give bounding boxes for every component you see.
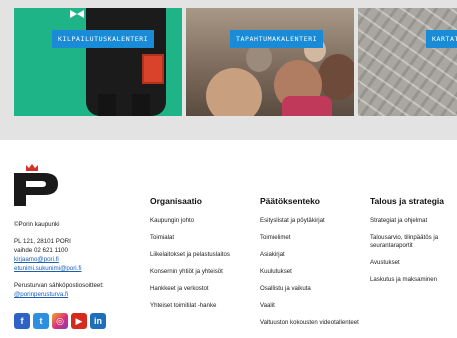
column-heading: Päätöksenteko [260, 196, 320, 206]
phone-number: vaihde 02 621 1100 [14, 247, 68, 254]
audience-member [246, 44, 272, 72]
footer-link[interactable]: Kaupungin johto [150, 217, 250, 225]
card-aerial-map [358, 8, 457, 116]
card-label[interactable]: KILPAILUTUSKALENTERI [52, 30, 155, 48]
footer-link[interactable]: Laskutus ja maksaminen [370, 276, 456, 284]
email-link-staff[interactable]: etunimi.sukunimi@pori.fi [14, 264, 139, 273]
audience-member [282, 96, 332, 116]
card-strip: KILPAILUTUSKALENTERI TAPAHTUMAKALENTERI … [0, 0, 457, 140]
card-tapahtumakalenteri[interactable]: TAPAHTUMAKALENTERI [186, 8, 354, 116]
bow-icon [70, 10, 84, 18]
column-heading: Organisaatio [150, 196, 202, 206]
card-illustration-leg [132, 94, 150, 116]
org-name: ©Porin kaupunki [14, 221, 60, 228]
linkedin-icon[interactable]: in [90, 313, 106, 329]
instagram-icon[interactable]: ◎ [52, 313, 68, 329]
card-illustration-sign [142, 54, 164, 84]
column-heading: Talous ja strategia [370, 196, 445, 206]
footer-link[interactable]: Asiakirjat [260, 251, 360, 259]
youtube-icon[interactable]: ▶ [71, 313, 87, 329]
footer-link[interactable]: Kuulutukset [260, 268, 360, 276]
contact-info: ©Porin kaupunki PL 121, 28101 PORI vaihd… [14, 220, 139, 299]
footer-link[interactable]: Avustukset [370, 259, 456, 267]
footer-link[interactable]: Vaalit [260, 302, 360, 310]
footer-column-talous-ja-strategia: Talous ja strategia Strategiat ja ohjelm… [370, 196, 456, 293]
secure-mail-link[interactable]: @porinperusturva.fi [14, 290, 139, 299]
pori-logo[interactable] [14, 164, 60, 206]
audience-member [206, 68, 262, 116]
card-label[interactable]: TAPAHTUMAKALENTERI [230, 30, 324, 48]
footer-link[interactable]: Hankkeet ja verkostot [150, 285, 250, 293]
footer-column-organisaatio: Organisaatio Kaupungin johto Toimialat L… [150, 196, 250, 319]
footer-column-paatoksenteko: Päätöksenteko Esityslistat ja pöytäkirja… [260, 196, 360, 336]
facebook-icon[interactable]: f [14, 313, 30, 329]
card-illustration-leg [98, 94, 116, 116]
twitter-icon[interactable]: t [33, 313, 49, 329]
audience-member [318, 54, 354, 100]
email-link-kirjaamo[interactable]: kirjaamo@pori.fi [14, 255, 139, 264]
footer-link[interactable]: Osallistu ja vaikuta [260, 285, 360, 293]
postal-address: PL 121, 28101 PORI [14, 238, 71, 245]
footer-link[interactable]: Konsernin yhtiöt ja yhteisöt [150, 268, 250, 276]
footer-link[interactable]: Yhteiset toimitilat -hanke [150, 302, 250, 310]
card-kilpailutuskalenteri[interactable]: KILPAILUTUSKALENTERI [14, 8, 182, 116]
card-kartat[interactable]: KARTAT [358, 8, 457, 116]
footer-link[interactable]: Strategiat ja ohjelmat [370, 217, 456, 225]
footer-link[interactable]: Esityslistat ja pöytäkirjat [260, 217, 360, 225]
social-links: f t ◎ ▶ in [14, 313, 106, 329]
footer-link[interactable]: Liikelaitokset ja pelastuslaitos [150, 251, 250, 259]
card-label[interactable]: KARTAT [426, 30, 457, 48]
footer-link[interactable]: Toimielimet [260, 234, 360, 242]
footer-link[interactable]: Toimialat [150, 234, 250, 242]
footer-link[interactable]: Talousarvio, tilinpäätös ja seurantarapo… [370, 234, 456, 250]
secure-mail-label: Perusturvan sähköpostiosoitteet: [14, 282, 104, 289]
footer-link[interactable]: Valtuuston kokousten videotallenteet [260, 319, 360, 327]
